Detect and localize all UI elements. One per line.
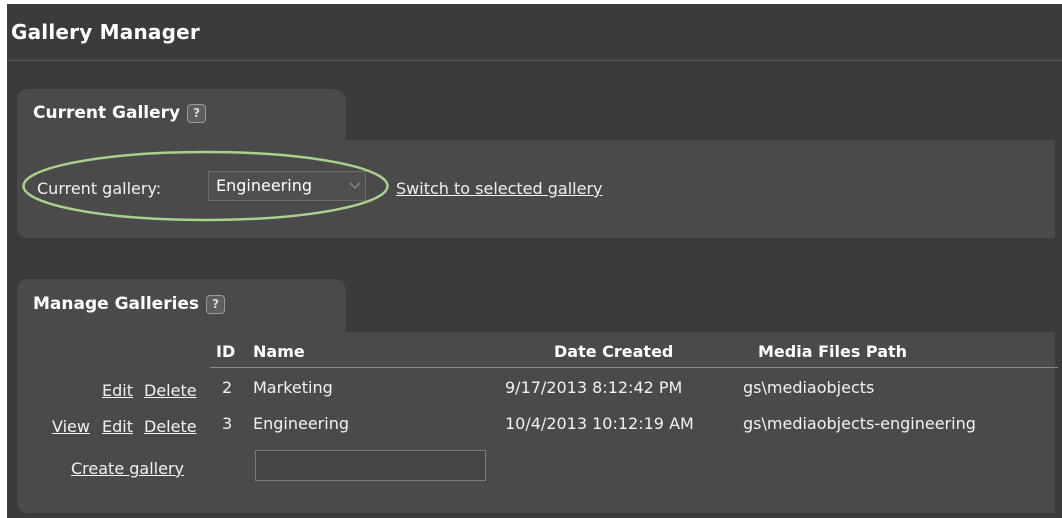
edit-link[interactable]: Edit bbox=[102, 417, 133, 436]
current-gallery-heading: Current Gallery ? bbox=[33, 103, 207, 123]
switch-gallery-link[interactable]: Switch to selected gallery bbox=[396, 179, 603, 198]
gallery-select-value: Engineering bbox=[216, 176, 312, 195]
chevron-down-icon bbox=[349, 182, 361, 189]
gallery-select[interactable]: Engineering bbox=[208, 171, 366, 201]
delete-link[interactable]: Delete bbox=[144, 417, 197, 436]
current-gallery-tab: Current Gallery ? bbox=[17, 89, 346, 141]
view-link[interactable]: View bbox=[52, 417, 90, 436]
edit-link[interactable]: Edit bbox=[102, 381, 133, 400]
gallery-id: 3 bbox=[222, 414, 233, 433]
gallery-media-path: gs\mediaobjects bbox=[743, 378, 875, 397]
column-header-date-created: Date Created bbox=[554, 342, 674, 361]
manage-galleries-heading: Manage Galleries ? bbox=[33, 294, 226, 314]
page-title: Gallery Manager bbox=[11, 20, 200, 44]
manage-galleries-heading-text: Manage Galleries bbox=[33, 294, 200, 314]
title-divider bbox=[7, 60, 1062, 61]
delete-link[interactable]: Delete bbox=[144, 381, 197, 400]
manage-galleries-tab: Manage Galleries ? bbox=[17, 279, 346, 333]
create-gallery-link[interactable]: Create gallery bbox=[71, 459, 184, 478]
column-header-name: Name bbox=[253, 342, 305, 361]
gallery-id: 2 bbox=[222, 378, 233, 397]
gallery-date-created: 10/4/2013 10:12:19 AM bbox=[505, 414, 694, 433]
gallery-date-created: 9/17/2013 8:12:42 PM bbox=[505, 378, 683, 397]
help-icon[interactable]: ? bbox=[206, 294, 226, 314]
gallery-name: Marketing bbox=[253, 378, 333, 397]
gallery-media-path: gs\mediaobjects-engineering bbox=[743, 414, 976, 433]
column-header-media-files-path: Media Files Path bbox=[758, 342, 908, 361]
column-header-id: ID bbox=[216, 342, 236, 361]
help-icon[interactable]: ? bbox=[187, 103, 207, 123]
new-gallery-name-input[interactable] bbox=[255, 450, 486, 481]
current-gallery-heading-text: Current Gallery bbox=[33, 103, 181, 123]
header-divider bbox=[210, 367, 1058, 368]
current-gallery-label: Current gallery: bbox=[37, 179, 162, 198]
gallery-name: Engineering bbox=[253, 414, 349, 433]
